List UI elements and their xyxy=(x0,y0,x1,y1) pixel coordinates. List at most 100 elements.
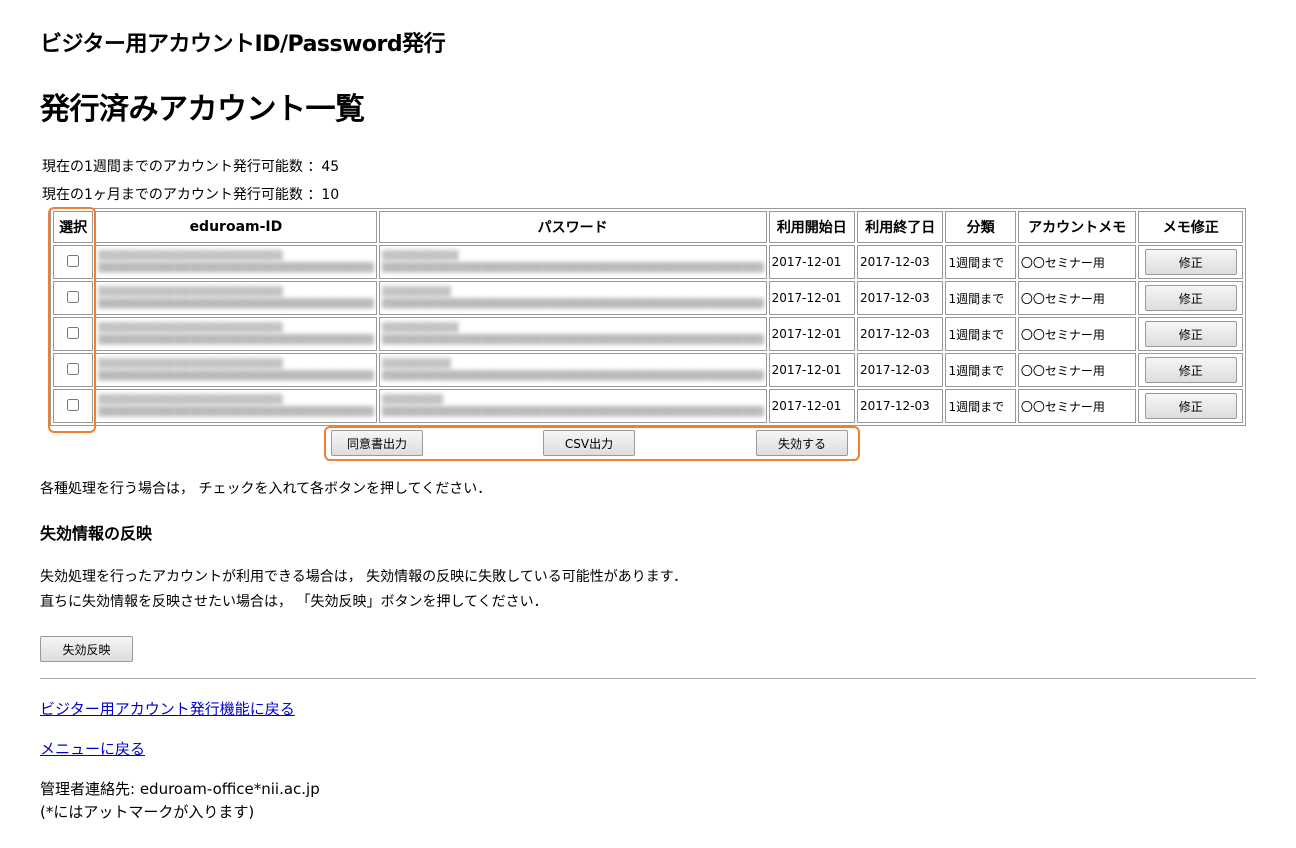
revocation-heading: 失効情報の反映 xyxy=(40,524,153,543)
memo-edit-cell: 修正 xyxy=(1138,245,1243,279)
start-date-cell: 2017-12-01 xyxy=(768,317,856,351)
blurred-id-hint: ▒▒▒▒▒▒▒▒▒▒▒▒▒▒▒▒▒▒▒▒▒▒▒▒▒▒▒▒▒▒▒▒▒▒▒▒▒▒▒▒… xyxy=(98,298,374,309)
revocation-text-2: 直ちに失効情報を反映させたい場合は， 「失効反映」ボタンを押してください． xyxy=(40,594,548,610)
start-date-cell: 2017-12-01 xyxy=(768,389,856,423)
eduroam-id-cell: ▒▒▒▒▒▒▒▒▒▒▒▒▒▒▒▒▒▒▒▒▒▒▒▒ ▒▒▒▒▒▒▒▒▒▒▒▒▒▒▒▒… xyxy=(95,353,377,387)
header-class: 分類 xyxy=(945,211,1016,243)
password-cell: ▒▒▒▒▒▒▒▒▒▒▒▒▒▒▒▒▒▒▒▒▒▒▒▒▒▒▒▒▒▒▒▒▒▒▒▒▒▒▒▒… xyxy=(378,317,767,351)
memo-edit-button[interactable]: 修正 xyxy=(1144,357,1237,383)
memo-cell: 〇〇セミナー用 xyxy=(1017,353,1137,387)
page-title: ビジター用アカウントID/Password発行 xyxy=(40,32,446,57)
blurred-password-hint: ▒▒▒▒▒▒▒▒▒▒▒▒▒▒▒▒▒▒▒▒▒▒▒▒▒▒▒▒▒▒▒▒▒▒▒▒▒▒▒▒… xyxy=(381,370,764,381)
select-cell xyxy=(53,317,94,351)
end-date-cell: 2017-12-03 xyxy=(857,389,944,423)
password-cell: ▒▒▒▒▒▒▒▒▒▒▒▒▒▒▒▒▒▒▒▒▒▒▒▒▒▒▒▒▒▒▒▒▒▒▒▒▒▒▒▒… xyxy=(378,353,767,387)
end-date-cell: 2017-12-03 xyxy=(857,245,944,279)
blurred-id-hint: ▒▒▒▒▒▒▒▒▒▒▒▒▒▒▒▒▒▒▒▒▒▒▒▒▒▒▒▒▒▒▒▒▒▒▒▒▒▒▒▒… xyxy=(98,406,374,417)
start-date-cell: 2017-12-01 xyxy=(768,353,856,387)
blurred-password: ▒▒▒▒▒▒▒▒▒ xyxy=(381,286,451,297)
revocation-text-1: 失効処理を行ったアカウントが利用できる場合は， 失効情報の反映に失敗している可能… xyxy=(40,569,688,585)
table-header-row: 選択 eduroam-ID パスワード 利用開始日 利用終了日 分類 アカウント… xyxy=(53,211,1243,243)
table-row: ▒▒▒▒▒▒▒▒▒▒▒▒▒▒▒▒▒▒▒▒▒▒▒▒ ▒▒▒▒▒▒▒▒▒▒▒▒▒▒▒▒… xyxy=(53,353,1243,387)
blurred-password-hint: ▒▒▒▒▒▒▒▒▒▒▒▒▒▒▒▒▒▒▒▒▒▒▒▒▒▒▒▒▒▒▒▒▒▒▒▒▒▒▒▒… xyxy=(381,298,764,309)
password-cell: ▒▒▒▒▒▒▒▒▒▒▒▒▒▒▒▒▒▒▒▒▒▒▒▒▒▒▒▒▒▒▒▒▒▒▒▒▒▒▒▒… xyxy=(378,281,767,315)
eduroam-id-cell: ▒▒▒▒▒▒▒▒▒▒▒▒▒▒▒▒▒▒▒▒▒▒▒▒ ▒▒▒▒▒▒▒▒▒▒▒▒▒▒▒▒… xyxy=(95,317,377,351)
end-date-cell: 2017-12-03 xyxy=(857,353,944,387)
header-end-date: 利用終了日 xyxy=(857,211,944,243)
blurred-password: ▒▒▒▒▒▒▒▒▒▒ xyxy=(381,250,459,261)
password-cell: ▒▒▒▒▒▒▒▒▒▒▒▒▒▒▒▒▒▒▒▒▒▒▒▒▒▒▒▒▒▒▒▒▒▒▒▒▒▒▒▒… xyxy=(378,389,767,423)
row-checkbox[interactable] xyxy=(67,362,80,375)
memo-edit-cell: 修正 xyxy=(1138,353,1243,387)
disable-button[interactable]: 失効する xyxy=(756,430,848,456)
header-select: 選択 xyxy=(53,211,94,243)
memo-edit-button[interactable]: 修正 xyxy=(1144,393,1237,419)
header-start-date: 利用開始日 xyxy=(768,211,856,243)
eduroam-id-cell: ▒▒▒▒▒▒▒▒▒▒▒▒▒▒▒▒▒▒▒▒▒▒▒▒ ▒▒▒▒▒▒▒▒▒▒▒▒▒▒▒▒… xyxy=(95,245,377,279)
row-checkbox[interactable] xyxy=(67,398,80,411)
admin-contact: 管理者連絡先: eduroam-office*nii.ac.jp xyxy=(40,780,320,798)
blurred-id-hint: ▒▒▒▒▒▒▒▒▒▒▒▒▒▒▒▒▒▒▒▒▒▒▒▒▒▒▒▒▒▒▒▒▒▒▒▒▒▒▒▒… xyxy=(98,334,374,345)
eduroam-id-cell: ▒▒▒▒▒▒▒▒▒▒▒▒▒▒▒▒▒▒▒▒▒▒▒▒ ▒▒▒▒▒▒▒▒▒▒▒▒▒▒▒▒… xyxy=(95,281,377,315)
blurred-password: ▒▒▒▒▒▒▒▒ xyxy=(381,394,444,405)
select-cell xyxy=(53,245,94,279)
table-row: ▒▒▒▒▒▒▒▒▒▒▒▒▒▒▒▒▒▒▒▒▒▒▒▒ ▒▒▒▒▒▒▒▒▒▒▒▒▒▒▒▒… xyxy=(53,317,1243,351)
memo-cell: 〇〇セミナー用 xyxy=(1017,389,1137,423)
csv-export-button[interactable]: CSV出力 xyxy=(543,430,635,456)
week-limit-text: 現在の1週間までのアカウント発行可能数 ：45 xyxy=(42,159,340,175)
memo-edit-cell: 修正 xyxy=(1138,281,1243,315)
class-cell: 1週間まで xyxy=(945,353,1016,387)
blurred-id: ▒▒▒▒▒▒▒▒▒▒▒▒▒▒▒▒▒▒▒▒▒▒▒▒ xyxy=(98,286,283,297)
section-title: 発行済みアカウント一覧 xyxy=(40,92,365,127)
class-cell: 1週間まで xyxy=(945,245,1016,279)
blurred-password-hint: ▒▒▒▒▒▒▒▒▒▒▒▒▒▒▒▒▒▒▒▒▒▒▒▒▒▒▒▒▒▒▒▒▒▒▒▒▒▒▒▒… xyxy=(381,262,764,273)
blurred-password-hint: ▒▒▒▒▒▒▒▒▒▒▒▒▒▒▒▒▒▒▒▒▒▒▒▒▒▒▒▒▒▒▒▒▒▒▒▒▒▒▒▒… xyxy=(381,406,764,417)
consent-export-button[interactable]: 同意書出力 xyxy=(331,430,423,456)
admin-contact-note: (*にはアットマークが入ります) xyxy=(40,803,255,821)
eduroam-id-cell: ▒▒▒▒▒▒▒▒▒▒▒▒▒▒▒▒▒▒▒▒▒▒▒▒ ▒▒▒▒▒▒▒▒▒▒▒▒▒▒▒▒… xyxy=(95,389,377,423)
memo-cell: 〇〇セミナー用 xyxy=(1017,317,1137,351)
memo-edit-button[interactable]: 修正 xyxy=(1144,249,1237,275)
memo-cell: 〇〇セミナー用 xyxy=(1017,281,1137,315)
action-bar: 同意書出力 CSV出力 失効する xyxy=(330,430,858,456)
blurred-id: ▒▒▒▒▒▒▒▒▒▒▒▒▒▒▒▒▒▒▒▒▒▒▒▒ xyxy=(98,250,283,261)
header-password: パスワード xyxy=(378,211,767,243)
visitor-account-link[interactable]: ビジター用アカウント発行機能に戻る xyxy=(40,698,295,719)
start-date-cell: 2017-12-01 xyxy=(768,245,856,279)
month-limit-text: 現在の1ヶ月までのアカウント発行可能数 ：10 xyxy=(42,187,340,203)
table-row: ▒▒▒▒▒▒▒▒▒▒▒▒▒▒▒▒▒▒▒▒▒▒▒▒ ▒▒▒▒▒▒▒▒▒▒▒▒▒▒▒▒… xyxy=(53,281,1243,315)
instruction-text: 各種処理を行う場合は， チェックを入れて各ボタンを押してください． xyxy=(40,481,492,497)
blurred-password-hint: ▒▒▒▒▒▒▒▒▒▒▒▒▒▒▒▒▒▒▒▒▒▒▒▒▒▒▒▒▒▒▒▒▒▒▒▒▒▒▒▒… xyxy=(381,334,764,345)
blurred-id: ▒▒▒▒▒▒▒▒▒▒▒▒▒▒▒▒▒▒▒▒▒▒▒▒ xyxy=(98,394,283,405)
select-cell xyxy=(53,389,94,423)
memo-edit-button[interactable]: 修正 xyxy=(1144,321,1237,347)
start-date-cell: 2017-12-01 xyxy=(768,281,856,315)
blurred-id-hint: ▒▒▒▒▒▒▒▒▒▒▒▒▒▒▒▒▒▒▒▒▒▒▒▒▒▒▒▒▒▒▒▒▒▒▒▒▒▒▒▒… xyxy=(98,370,374,381)
accounts-table: 選択 eduroam-ID パスワード 利用開始日 利用終了日 分類 アカウント… xyxy=(50,208,1246,426)
row-checkbox[interactable] xyxy=(67,254,80,267)
class-cell: 1週間まで xyxy=(945,317,1016,351)
memo-cell: 〇〇セミナー用 xyxy=(1017,245,1137,279)
blurred-id: ▒▒▒▒▒▒▒▒▒▒▒▒▒▒▒▒▒▒▒▒▒▒▒▒ xyxy=(98,322,283,333)
header-memo: アカウントメモ xyxy=(1017,211,1137,243)
blurred-id-hint: ▒▒▒▒▒▒▒▒▒▒▒▒▒▒▒▒▒▒▒▒▒▒▒▒▒▒▒▒▒▒▒▒▒▒▒▒▒▒▒▒… xyxy=(98,262,374,273)
end-date-cell: 2017-12-03 xyxy=(857,317,944,351)
class-cell: 1週間まで xyxy=(945,389,1016,423)
blurred-id: ▒▒▒▒▒▒▒▒▒▒▒▒▒▒▒▒▒▒▒▒▒▒▒▒ xyxy=(98,358,283,369)
end-date-cell: 2017-12-03 xyxy=(857,281,944,315)
menu-link[interactable]: メニューに戻る xyxy=(40,738,145,759)
row-checkbox[interactable] xyxy=(67,326,80,339)
header-eduroam-id: eduroam-ID xyxy=(95,211,377,243)
divider xyxy=(40,678,1256,679)
password-cell: ▒▒▒▒▒▒▒▒▒▒▒▒▒▒▒▒▒▒▒▒▒▒▒▒▒▒▒▒▒▒▒▒▒▒▒▒▒▒▒▒… xyxy=(378,245,767,279)
row-checkbox[interactable] xyxy=(67,290,80,303)
memo-edit-cell: 修正 xyxy=(1138,389,1243,423)
table-row: ▒▒▒▒▒▒▒▒▒▒▒▒▒▒▒▒▒▒▒▒▒▒▒▒ ▒▒▒▒▒▒▒▒▒▒▒▒▒▒▒▒… xyxy=(53,389,1243,423)
memo-edit-button[interactable]: 修正 xyxy=(1144,285,1237,311)
blurred-password: ▒▒▒▒▒▒▒▒▒ xyxy=(381,358,451,369)
reflect-revocation-button[interactable]: 失効反映 xyxy=(40,636,133,662)
class-cell: 1週間まで xyxy=(945,281,1016,315)
select-cell xyxy=(53,281,94,315)
memo-edit-cell: 修正 xyxy=(1138,317,1243,351)
header-memo-edit: メモ修正 xyxy=(1138,211,1243,243)
